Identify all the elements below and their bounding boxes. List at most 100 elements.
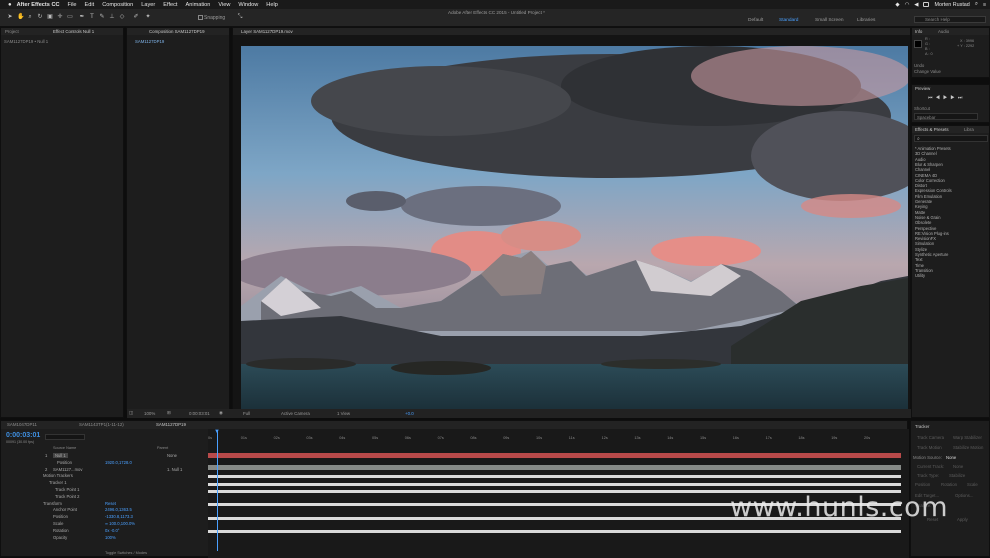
tab-effects-presets[interactable]: Effects & Presets bbox=[915, 127, 949, 132]
workspace-libraries[interactable]: Libraries bbox=[857, 18, 875, 23]
timeline-layer-row[interactable]: Tracker 1 bbox=[1, 480, 208, 486]
footage-layer-bar[interactable] bbox=[208, 465, 901, 470]
timeline-layer-row[interactable]: 2 SAM1127...mov 1. Null 1 bbox=[1, 467, 208, 473]
effect-category-item[interactable]: Keying bbox=[915, 204, 928, 209]
pen-tool-icon[interactable]: ✒ bbox=[79, 14, 85, 21]
app-menu[interactable]: After Effects CC bbox=[17, 2, 60, 8]
apple-icon[interactable]: ● bbox=[8, 2, 12, 8]
snap-icon[interactable]: ⤡ bbox=[237, 14, 243, 21]
timeline-layer-row[interactable]: Opacity 100% bbox=[1, 535, 208, 541]
tab-comp-2[interactable]: SAM1143TP1(1-11-12) bbox=[79, 422, 124, 427]
effects-search-input[interactable]: ⌕ bbox=[914, 135, 988, 142]
null-layer-bar[interactable] bbox=[208, 453, 901, 458]
effect-category-item[interactable]: Obsolete bbox=[915, 220, 931, 225]
snapping-checkbox[interactable] bbox=[198, 15, 203, 20]
effect-category-item[interactable]: Audio bbox=[915, 157, 925, 162]
property-value[interactable]: 2496.0,1363.5 bbox=[105, 507, 132, 512]
zoom-tool-icon[interactable]: ⌕ bbox=[27, 14, 33, 21]
timeline-layer-row[interactable]: Scale ∞ 100.0,100.0% bbox=[1, 521, 208, 527]
parent-select[interactable]: 1. Null 1 bbox=[167, 467, 182, 472]
effect-category-item[interactable]: * Animation Presets bbox=[915, 146, 951, 151]
comp-breadcrumb[interactable]: SAM1127DP19 bbox=[135, 39, 164, 44]
tab-project[interactable]: Project bbox=[5, 29, 19, 34]
search-icon[interactable]: ⌕ bbox=[975, 1, 978, 8]
parent-select[interactable]: None bbox=[167, 453, 177, 458]
dropbox-icon[interactable]: ◆ bbox=[895, 2, 899, 8]
tab-libraries[interactable]: Libra bbox=[964, 127, 974, 132]
puppet-pin-icon[interactable]: ✦ bbox=[145, 14, 151, 21]
current-time-display[interactable]: 0:00:03:01 bbox=[189, 411, 210, 416]
effect-category-item[interactable]: Utility bbox=[915, 273, 925, 278]
tab-comp-3[interactable]: SAM1127DP19 bbox=[156, 422, 186, 427]
effect-category-item[interactable]: Text bbox=[915, 257, 923, 262]
effect-category-item[interactable]: Transition bbox=[915, 268, 933, 273]
menu-composition[interactable]: Composition bbox=[102, 2, 133, 8]
shortcut-select[interactable]: Spacebar bbox=[914, 113, 978, 120]
effect-category-item[interactable]: Stylize bbox=[915, 247, 927, 252]
track-camera-button[interactable]: Track Camera bbox=[917, 435, 944, 440]
effect-category-item[interactable]: Synthetic Aperture bbox=[915, 252, 948, 257]
property-value[interactable]: Reset bbox=[105, 501, 116, 506]
rotation-checkbox[interactable]: Rotation bbox=[941, 482, 957, 487]
safe-zones-icon[interactable]: ⊞ bbox=[167, 410, 171, 416]
property-value[interactable]: -1330.8,1173.3 bbox=[105, 514, 133, 519]
property-value[interactable]: 0x -0.0° bbox=[105, 528, 119, 533]
selection-tool-icon[interactable]: ➤ bbox=[7, 14, 13, 21]
clone-stamp-icon[interactable]: ⊥ bbox=[109, 14, 115, 21]
options-button[interactable]: Options... bbox=[955, 493, 973, 498]
camera-tool-icon[interactable]: ▣ bbox=[47, 14, 53, 21]
timeline-layer-row[interactable]: Motion Trackers bbox=[1, 473, 208, 479]
property-value[interactable]: 1920.0,1728.0 bbox=[105, 460, 132, 465]
time-ruler[interactable]: 0s 01s 02s 03s 04s 05s 06s 07s 08s 09s 10s 11s 12s 13… bbox=[208, 434, 909, 444]
playback-controls[interactable]: ⏮◀▶▶⏭ bbox=[928, 95, 965, 101]
effect-category-item[interactable]: Matte bbox=[915, 210, 925, 215]
playhead-handle-icon[interactable]: ▼ bbox=[214, 429, 220, 435]
effect-category-item[interactable]: Film Emulation bbox=[915, 194, 942, 199]
effect-category-item[interactable]: Blur & Sharpen bbox=[915, 162, 943, 167]
effect-category-item[interactable]: Time bbox=[915, 263, 924, 268]
composition-viewer[interactable] bbox=[241, 46, 908, 411]
effect-category-item[interactable]: Simulation bbox=[915, 241, 934, 246]
tab-comp-1[interactable]: SAM1047DP11 bbox=[7, 422, 37, 427]
type-tool-icon[interactable]: T bbox=[89, 14, 95, 21]
help-search-input[interactable]: Search Help bbox=[914, 16, 986, 23]
rectangle-tool-icon[interactable]: ▭ bbox=[67, 14, 73, 21]
effect-category-item[interactable]: RE:Vision Plug-ins bbox=[915, 231, 949, 236]
timeline-layer-row[interactable]: Position 1920.0,1728.0 bbox=[1, 460, 208, 466]
track-type-select[interactable]: Stabilize bbox=[949, 473, 965, 478]
effect-category-item[interactable]: CINEMA 4D bbox=[915, 173, 937, 178]
roto-brush-icon[interactable]: ✐ bbox=[133, 14, 139, 21]
view-layout-select[interactable]: 1 View bbox=[337, 411, 350, 416]
menu-view[interactable]: View bbox=[218, 2, 230, 8]
timeline-timecode[interactable]: 0:00:03:01 bbox=[6, 432, 40, 439]
tab-composition[interactable]: Composition SAM1127DP19 bbox=[149, 29, 205, 34]
timeline-layer-row[interactable]: Anchor Point 2496.0,1363.5 bbox=[1, 507, 208, 513]
menu-file[interactable]: File bbox=[68, 2, 77, 8]
effect-category-item[interactable]: RevisionFX bbox=[915, 236, 936, 241]
menu-animation[interactable]: Animation bbox=[185, 2, 210, 8]
resolution-select[interactable]: Full bbox=[243, 411, 250, 416]
timeline-layer-row[interactable]: Track Point 2 bbox=[1, 494, 208, 500]
position-checkbox[interactable]: Position bbox=[915, 482, 930, 487]
menu-edit[interactable]: Edit bbox=[85, 2, 95, 8]
menu-window[interactable]: Window bbox=[238, 2, 258, 8]
effect-category-item[interactable]: Distort bbox=[915, 183, 927, 188]
effect-category-item[interactable]: 3D Channel bbox=[915, 151, 937, 156]
effect-category-item[interactable]: Channel bbox=[915, 167, 930, 172]
tab-effect-controls[interactable]: Effect Controls Null 1 bbox=[53, 29, 94, 34]
effect-category-item[interactable]: Noise & Grain bbox=[915, 215, 940, 220]
workspace-standard[interactable]: Standard bbox=[779, 18, 798, 23]
stabilize-motion-button[interactable]: Stabilize Motion bbox=[953, 445, 983, 450]
zoom-select[interactable]: 100% bbox=[144, 411, 155, 416]
playhead[interactable] bbox=[217, 431, 218, 551]
scale-checkbox[interactable]: Scale bbox=[967, 482, 978, 487]
property-value[interactable]: 100% bbox=[105, 535, 116, 540]
timeline-search-input[interactable] bbox=[45, 434, 85, 440]
tab-layer[interactable]: Layer SAM1127DP19.mov bbox=[241, 29, 293, 34]
workspace-default[interactable]: Default bbox=[748, 18, 763, 23]
warp-stabilizer-button[interactable]: Warp Stabilizer bbox=[953, 435, 982, 440]
motion-source-select[interactable]: None bbox=[946, 455, 956, 460]
workspace-small-screen[interactable]: Small Screen bbox=[815, 18, 844, 23]
menu-help[interactable]: Help bbox=[266, 2, 278, 8]
snapshot-icon[interactable]: ◉ bbox=[219, 410, 223, 416]
